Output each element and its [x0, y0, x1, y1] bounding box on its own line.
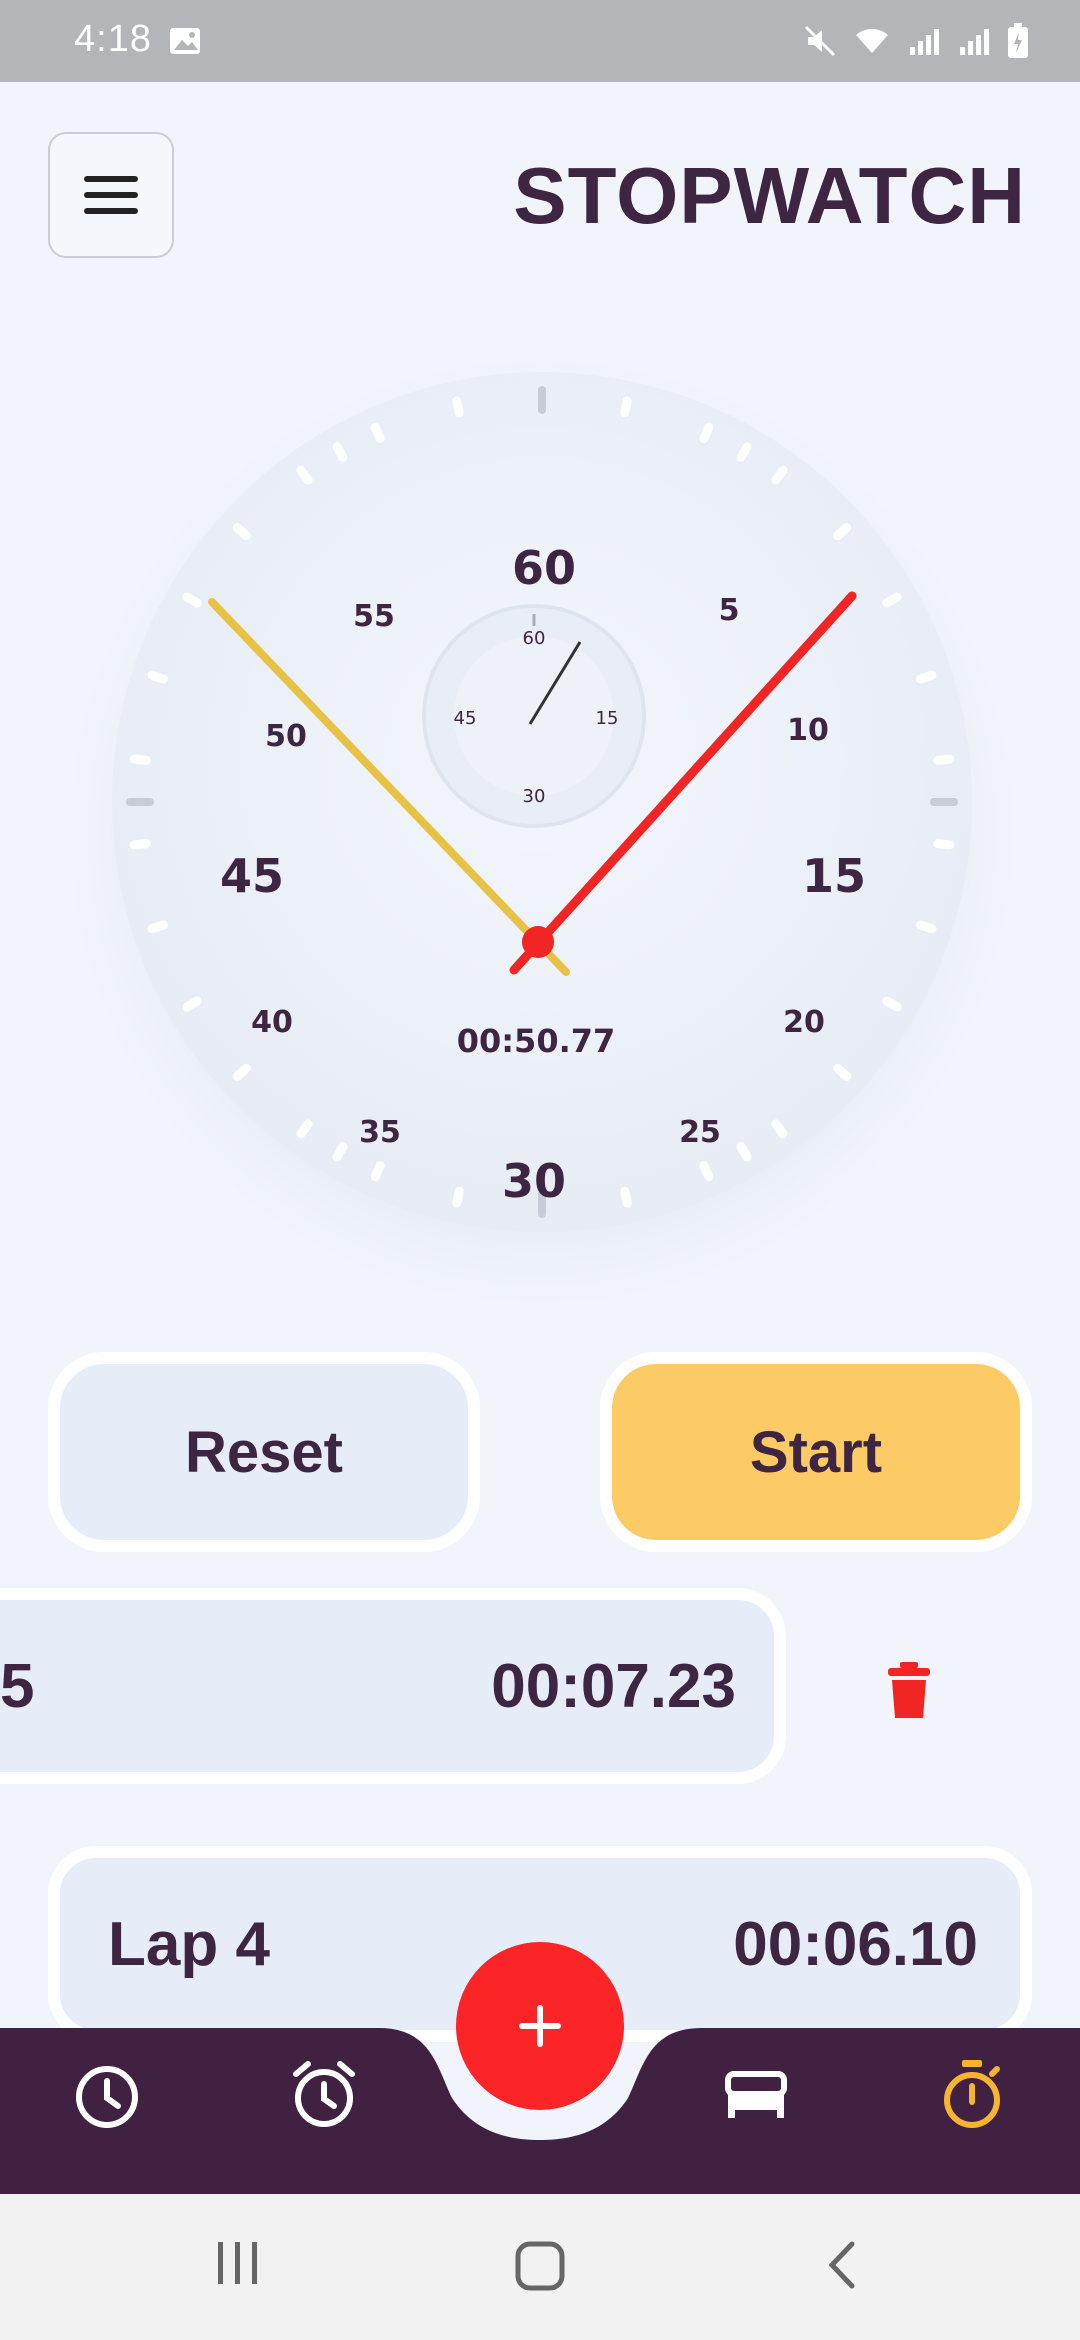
dial-tick: [620, 1186, 632, 1208]
add-lap-button[interactable]: [456, 1942, 624, 2110]
alarm-icon: [293, 2061, 355, 2127]
dial-tick: [129, 839, 151, 850]
sub-dial-label-15: 15: [596, 708, 619, 729]
battery-icon: [1006, 22, 1030, 65]
stopwatch-screen: STOPWATCH 60 15 30 45 60 15 30 45 5 10 2…: [0, 82, 1080, 2194]
dial-label-15: 15: [802, 849, 866, 903]
dial-label-45: 45: [220, 849, 284, 903]
hamburger-icon: [84, 176, 138, 214]
dial-label-55: 55: [353, 599, 395, 634]
gallery-notification-icon: [168, 24, 202, 63]
nav-clock-button[interactable]: [74, 2064, 140, 2135]
signal-icon-2: [956, 23, 992, 64]
sub-dial-label-45: 45: [454, 708, 477, 729]
trash-icon: [888, 1662, 930, 1718]
dial-tick: [933, 754, 955, 765]
signal-icon: [906, 23, 942, 64]
lap-row[interactable]: 5 00:07.23: [0, 1588, 786, 1784]
dial-label-35: 35: [359, 1115, 401, 1150]
hand-pivot: [522, 926, 554, 958]
dial-tick: [699, 1161, 714, 1182]
stopwatch-dial: 60 15 30 45 60 15 30 45 5 10 20 25 35 40…: [62, 352, 1022, 1312]
delete-lap-button[interactable]: [886, 1662, 932, 1725]
dial-tick: [620, 396, 632, 418]
back-icon: [828, 2241, 855, 2289]
dial-tick: [232, 523, 251, 541]
nav-bedtime-button[interactable]: [724, 2070, 788, 2125]
dial-label-40: 40: [251, 1005, 293, 1040]
mute-icon: [802, 23, 838, 64]
dial-tick: [882, 592, 902, 608]
dial-label-10: 10: [787, 713, 829, 748]
sub-dial-label-60: 60: [523, 628, 546, 649]
wifi-icon: [852, 23, 892, 64]
home-button[interactable]: [514, 2240, 566, 2297]
dial-tick: [332, 442, 348, 462]
clock-icon: [76, 2066, 138, 2128]
dial-tick: [452, 1186, 464, 1208]
recent-apps-button[interactable]: [214, 2240, 262, 2291]
add-icon: [519, 2005, 561, 2047]
status-icons: [802, 22, 1030, 65]
dial-label-30: 30: [502, 1154, 566, 1208]
page-title: STOPWATCH: [513, 151, 1026, 240]
dial-label-25: 25: [679, 1115, 721, 1150]
lap-label: 5: [0, 1651, 35, 1721]
back-button[interactable]: [824, 2240, 858, 2295]
dial-tick: [736, 1142, 752, 1162]
reset-button[interactable]: Reset: [48, 1352, 480, 1552]
dial-tick: [296, 465, 313, 485]
dial-tick: [182, 996, 202, 1012]
dial-label-50: 50: [265, 719, 307, 754]
recent-apps-icon: [218, 2242, 257, 2284]
dial-tick: [147, 670, 168, 684]
elapsed-time: 00:50.77: [457, 1022, 616, 1060]
sub-dial-label-30: 30: [523, 786, 546, 807]
dial-tick: [182, 592, 202, 608]
dial-tick: [332, 1142, 348, 1162]
lap-time: 00:07.23: [491, 1651, 736, 1721]
dial-tick: [771, 1119, 788, 1139]
dial-tick: [370, 1161, 385, 1182]
bed-icon: [725, 2071, 787, 2118]
dial-tick: [833, 1063, 852, 1081]
dial-tick: [147, 920, 168, 934]
status-bar: 4:18: [0, 0, 1080, 82]
menu-button[interactable]: [48, 132, 174, 258]
status-time: 4:18: [74, 18, 152, 60]
system-nav-bar: [0, 2194, 1080, 2340]
start-button[interactable]: Start: [600, 1352, 1032, 1552]
dial-tick: [736, 442, 752, 462]
lap-time: 00:06.10: [733, 1909, 978, 1979]
lap-label: Lap 4: [108, 1909, 270, 1979]
dial-tick: [916, 920, 937, 934]
dial-tick: [232, 1063, 251, 1081]
dial-tick: [833, 523, 852, 541]
dial-tick: [916, 670, 937, 684]
dial-tick: [771, 465, 788, 485]
dial-label-5: 5: [719, 593, 740, 628]
home-icon: [515, 2241, 565, 2291]
nav-alarm-button[interactable]: [290, 2060, 358, 2135]
dial-tick: [129, 754, 151, 765]
stopwatch-icon: [944, 2060, 1000, 2128]
dial-tick: [452, 396, 464, 418]
dial-tick: [699, 422, 714, 443]
dial-label-60: 60: [512, 541, 576, 595]
dial-tick: [933, 839, 955, 850]
dial-tick: [370, 422, 385, 443]
sub-dial: 60 15 30 45: [422, 604, 646, 828]
dial-label-20: 20: [783, 1005, 825, 1040]
nav-stopwatch-button[interactable]: [940, 2058, 1004, 2135]
dial-tick: [296, 1119, 313, 1139]
dial-tick: [882, 996, 902, 1012]
